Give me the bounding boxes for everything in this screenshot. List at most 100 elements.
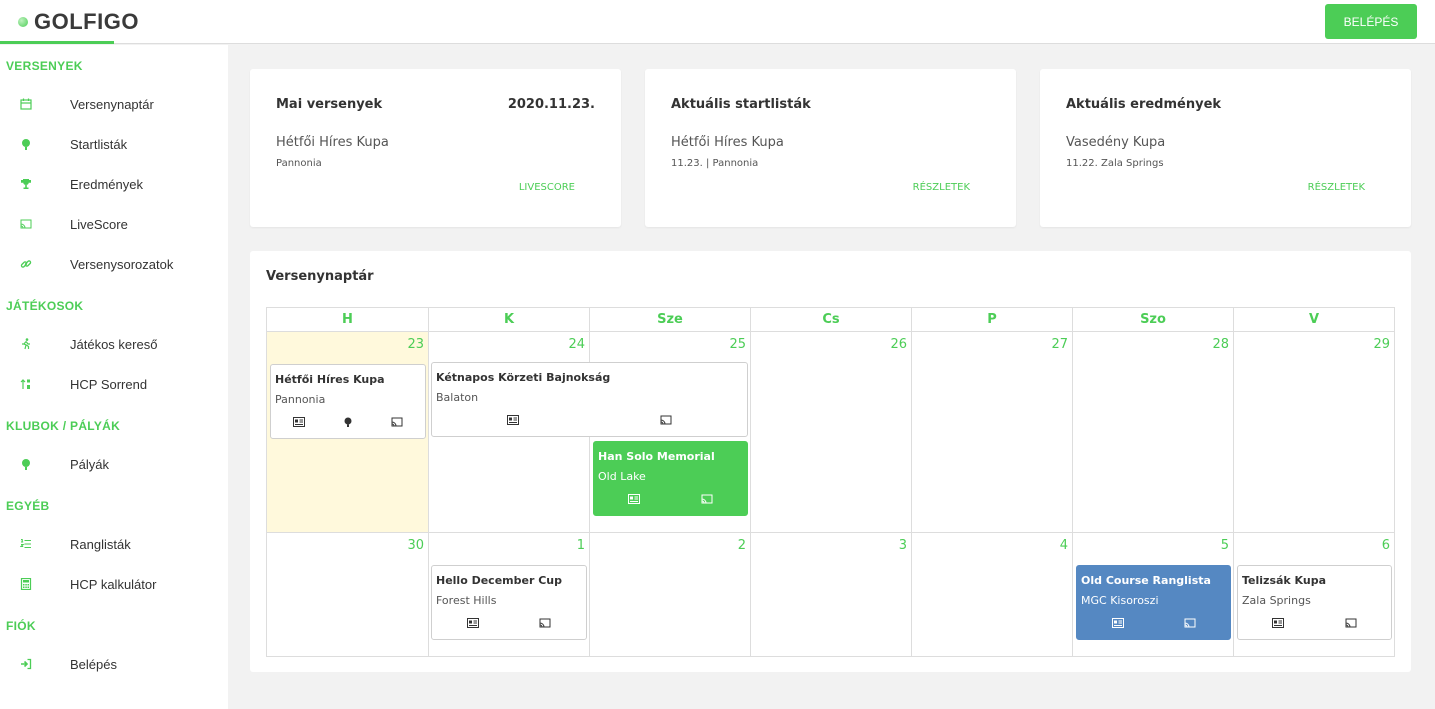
- event-title: Old Course Ranglista: [1081, 574, 1211, 587]
- card-event-name[interactable]: Hétfői Híres Kupa: [671, 135, 784, 150]
- golf-ball-icon: [18, 17, 28, 27]
- sidebar-item-startlistak[interactable]: Startlisták: [0, 128, 228, 160]
- id-card-icon[interactable]: [628, 494, 640, 504]
- sidebar-item-label: Versenysorozatok: [70, 256, 174, 272]
- card-event-name[interactable]: Hétfői Híres Kupa: [276, 135, 389, 150]
- section-title-egyeb: EGYÉB: [6, 499, 50, 513]
- logo-text: GOLFIGO: [34, 9, 139, 34]
- day-number: 23: [407, 337, 424, 352]
- sidebar-item-hcp-sorrend[interactable]: HCP Sorrend: [0, 368, 228, 400]
- link-icon: [19, 257, 33, 271]
- event-card[interactable]: Han Solo Memorial Old Lake: [593, 441, 748, 516]
- details-link[interactable]: RÉSZLETEK: [913, 182, 970, 193]
- event-card[interactable]: Telizsák Kupa Zala Springs: [1237, 565, 1392, 640]
- card-title: Aktuális startlisták: [671, 97, 811, 112]
- event-title: Hello December Cup: [436, 574, 562, 587]
- weekday-header: K: [429, 308, 590, 332]
- day-number: 30: [407, 538, 424, 553]
- sidebar-item-label: LiveScore: [70, 216, 128, 232]
- day-cell[interactable]: 26: [751, 332, 912, 533]
- event-title: Han Solo Memorial: [598, 450, 715, 463]
- sidebar-item-versenynaptar[interactable]: Versenynaptár: [0, 88, 228, 120]
- golf-ball-tee-icon: [19, 457, 33, 471]
- sidebar-item-hcp-kalkulator[interactable]: HCP kalkulátor: [0, 568, 228, 600]
- cast-icon[interactable]: [539, 618, 551, 628]
- cast-icon[interactable]: [701, 494, 713, 504]
- card-event-venue: 11.23. | Pannonia: [671, 158, 759, 169]
- event-location: Forest Hills: [436, 594, 497, 607]
- sidebar-item-eredmenyek[interactable]: Eredmények: [0, 168, 228, 200]
- sidebar-item-jatekos-kereso[interactable]: Játékos kereső: [0, 328, 228, 360]
- card-event-name[interactable]: Vasedény Kupa: [1066, 135, 1165, 150]
- event-card[interactable]: Kétnapos Körzeti Bajnokság Balaton: [431, 362, 748, 437]
- day-cell[interactable]: 27: [912, 332, 1073, 533]
- sidebar-item-label: Startlisták: [70, 136, 128, 152]
- day-number: 6: [1381, 538, 1390, 553]
- day-cell[interactable]: 4: [912, 533, 1073, 656]
- id-card-icon[interactable]: [293, 417, 305, 427]
- event-title: Hétfői Híres Kupa: [275, 373, 385, 386]
- event-card[interactable]: Hétfői Híres Kupa Pannonia: [270, 364, 426, 439]
- competition-calendar: Versenynaptár H K Sze Cs P Szo V 23 24 2…: [250, 251, 1411, 672]
- sidebar-item-belepes[interactable]: Belépés: [0, 648, 228, 680]
- sidebar-item-label: HCP kalkulátor: [70, 576, 157, 592]
- section-title-klubok: KLUBOK / PÁLYÁK: [6, 419, 121, 433]
- running-person-icon: [19, 337, 33, 351]
- sidebar-item-label: Versenynaptár: [70, 96, 154, 112]
- event-card[interactable]: Hello December Cup Forest Hills: [431, 565, 587, 640]
- day-cell[interactable]: 2: [590, 533, 751, 656]
- section-title-jatekosok: JÁTÉKOSOK: [6, 299, 84, 313]
- card-event-venue: 11.22. Zala Springs: [1066, 158, 1164, 169]
- day-cell[interactable]: 28: [1073, 332, 1234, 533]
- login-button[interactable]: BELÉPÉS: [1325, 4, 1417, 39]
- day-number: 3: [898, 538, 907, 553]
- sidebar-item-label: HCP Sorrend: [70, 376, 148, 392]
- top-bar: GOLFIGO BELÉPÉS: [0, 0, 1435, 44]
- calendar-title: Versenynaptár: [266, 269, 374, 284]
- cast-icon[interactable]: [391, 417, 403, 427]
- day-number: 25: [729, 337, 746, 352]
- cast-icon[interactable]: [1184, 618, 1196, 628]
- sidebar-item-versenysorozatok[interactable]: Versenysorozatok: [0, 248, 228, 280]
- day-number: 2: [737, 538, 746, 553]
- event-card[interactable]: Old Course Ranglista MGC Kisoroszi: [1076, 565, 1231, 640]
- golf-ball-tee-icon[interactable]: [342, 417, 354, 427]
- sidebar-item-ranglistak[interactable]: Ranglisták: [0, 528, 228, 560]
- sidebar-item-palyak[interactable]: Pályák: [0, 448, 228, 480]
- weekday-header: Szo: [1073, 308, 1234, 332]
- sidebar-item-label: Pályák: [70, 456, 110, 472]
- trophy-icon: [19, 177, 33, 191]
- day-number: 1: [576, 538, 585, 553]
- current-results-card: Aktuális eredmények Vasedény Kupa 11.22.…: [1040, 69, 1411, 227]
- day-number: 4: [1059, 538, 1068, 553]
- cast-icon[interactable]: [660, 415, 672, 425]
- id-card-icon[interactable]: [467, 618, 479, 628]
- event-location: Balaton: [436, 391, 479, 404]
- day-number: 27: [1051, 337, 1068, 352]
- weekday-header: V: [1234, 308, 1394, 332]
- sidebar: VERSENYEK Versenynaptár Startlisták Ered…: [0, 45, 228, 709]
- event-location: Pannonia: [275, 393, 326, 406]
- id-card-icon[interactable]: [1272, 618, 1284, 628]
- day-number: 28: [1212, 337, 1229, 352]
- card-title: Mai versenyek: [276, 97, 383, 112]
- details-link[interactable]: RÉSZLETEK: [1308, 182, 1365, 193]
- current-startlists-card: Aktuális startlisták Hétfői Híres Kupa 1…: [645, 69, 1016, 227]
- id-card-icon[interactable]: [507, 415, 519, 425]
- cast-icon[interactable]: [1345, 618, 1357, 628]
- sidebar-item-label: Belépés: [70, 656, 117, 672]
- calendar-icon: [19, 97, 33, 111]
- logo-underline: [0, 41, 114, 44]
- sidebar-item-livescore[interactable]: LiveScore: [0, 208, 228, 240]
- sidebar-item-label: Játékos kereső: [70, 336, 158, 352]
- day-cell[interactable]: 3: [751, 533, 912, 656]
- day-number: 5: [1220, 538, 1229, 553]
- logo[interactable]: GOLFIGO: [18, 8, 139, 36]
- livescore-link[interactable]: LIVESCORE: [519, 182, 575, 193]
- sort-icon: [19, 377, 33, 391]
- day-cell[interactable]: 29: [1234, 332, 1394, 533]
- day-cell[interactable]: 30: [267, 533, 429, 656]
- day-number: 29: [1373, 337, 1390, 352]
- id-card-icon[interactable]: [1112, 618, 1124, 628]
- event-location: MGC Kisoroszi: [1081, 594, 1159, 607]
